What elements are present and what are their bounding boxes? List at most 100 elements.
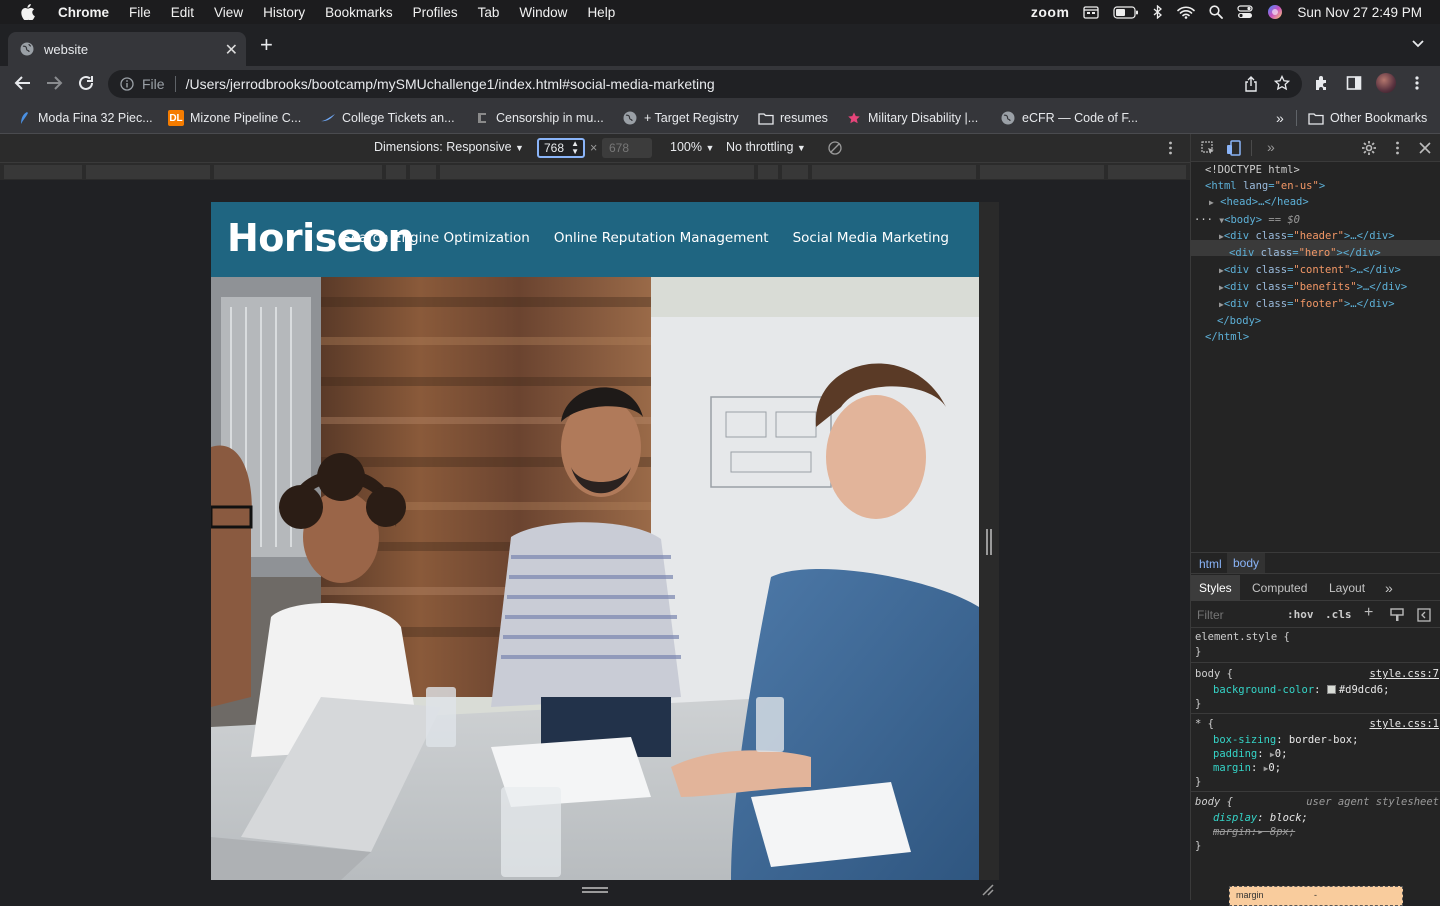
- ua-body-rule-selector[interactable]: body {: [1195, 795, 1233, 809]
- url-text[interactable]: /Users/jerrodbrooks/bootcamp/mySMUchalle…: [186, 76, 715, 92]
- apple-icon[interactable]: [18, 4, 36, 20]
- back-arrow-icon[interactable]: [14, 74, 32, 92]
- media-query-segment[interactable]: [782, 165, 808, 179]
- forward-arrow-icon[interactable]: [45, 74, 63, 92]
- dom-div-node[interactable]: ▶<div class="footer">…</div>: [1219, 296, 1395, 312]
- bookmarks-overflow-button[interactable]: »: [1276, 102, 1284, 134]
- nav-link-social-media[interactable]: Social Media Marketing: [793, 230, 949, 246]
- width-input[interactable]: 768 ▲ ▼: [537, 138, 585, 158]
- body-rule-selector[interactable]: body {: [1195, 667, 1233, 681]
- color-swatch[interactable]: [1326, 685, 1336, 694]
- universal-rule-selector[interactable]: * {: [1195, 717, 1214, 731]
- padding-declaration[interactable]: padding: ▶0;: [1213, 747, 1287, 761]
- expand-triangle-icon[interactable]: ▶: [1209, 198, 1214, 207]
- browser-tab[interactable]: website ✕: [8, 32, 246, 66]
- dimensions-dropdown[interactable]: Dimensions: Responsive ▼: [374, 140, 524, 154]
- menu-file[interactable]: File: [119, 5, 161, 20]
- dom-body-close[interactable]: </body>: [1217, 313, 1261, 329]
- new-tab-button[interactable]: +: [260, 34, 273, 56]
- bookmark-item[interactable]: College Tickets an...: [320, 102, 455, 134]
- hov-toggle[interactable]: :hov: [1287, 608, 1314, 621]
- profile-avatar[interactable]: [1376, 73, 1396, 93]
- settings-gear-icon[interactable]: [1361, 140, 1377, 156]
- wifi-icon[interactable]: [1177, 6, 1196, 19]
- menubar-clock[interactable]: Sun Nov 27 2:49 PM: [1297, 5, 1422, 20]
- media-query-segment[interactable]: [1108, 165, 1186, 179]
- bookmark-item[interactable]: Military Disability |...: [846, 102, 978, 134]
- dom-head-node[interactable]: ▶ <head>…</head>: [1209, 194, 1309, 210]
- style-source-link[interactable]: style.css:1: [1369, 717, 1439, 731]
- media-query-segment[interactable]: [386, 165, 406, 179]
- zoom-dropdown[interactable]: 100% ▼: [670, 140, 714, 154]
- throttling-dropdown[interactable]: No throttling ▼: [726, 140, 806, 154]
- more-tabs-chevron-icon[interactable]: »: [1267, 139, 1275, 155]
- info-icon[interactable]: [120, 77, 134, 91]
- calendar-icon[interactable]: [1083, 5, 1100, 19]
- display-declaration[interactable]: display: block;: [1213, 811, 1308, 825]
- close-devtools-icon[interactable]: [1419, 142, 1431, 154]
- menu-tab[interactable]: Tab: [468, 5, 510, 20]
- menu-help[interactable]: Help: [577, 5, 625, 20]
- bg-color-declaration[interactable]: background-color: #d9dcd6;: [1213, 683, 1389, 697]
- devtools-kebab-icon[interactable]: [1395, 141, 1400, 155]
- resize-corner-icon[interactable]: [982, 884, 994, 896]
- media-query-segment[interactable]: [214, 165, 382, 179]
- resize-handle-bottom[interactable]: [582, 887, 608, 893]
- close-tab-icon[interactable]: ✕: [225, 40, 238, 60]
- height-input[interactable]: 678: [602, 138, 652, 158]
- chevron-down-icon[interactable]: [1412, 40, 1424, 48]
- breadcrumb-body[interactable]: body: [1227, 553, 1266, 573]
- style-source-link[interactable]: style.css:7: [1369, 667, 1439, 681]
- box-model-diagram[interactable]: margin -: [1229, 886, 1403, 906]
- media-query-segment[interactable]: [758, 165, 778, 179]
- new-style-rule-icon[interactable]: +: [1364, 604, 1373, 622]
- menu-view[interactable]: View: [204, 5, 253, 20]
- extensions-puzzle-icon[interactable]: [1314, 75, 1330, 91]
- menu-window[interactable]: Window: [509, 5, 577, 20]
- side-panel-icon[interactable]: [1346, 75, 1362, 91]
- breadcrumb-html[interactable]: html: [1199, 557, 1222, 571]
- stepper-icon[interactable]: ▲ ▼: [571, 140, 579, 156]
- nav-link-seo[interactable]: Search Engine Optimization: [342, 230, 530, 246]
- media-query-segment[interactable]: [86, 165, 210, 179]
- margin-declaration[interactable]: margin: ▶0;: [1213, 761, 1281, 775]
- menu-history[interactable]: History: [253, 5, 315, 20]
- control-center-icon[interactable]: [1237, 5, 1254, 19]
- dom-div-node[interactable]: <div class="hero"></div>: [1229, 245, 1381, 261]
- rotate-icon[interactable]: [828, 141, 842, 155]
- tab-computed[interactable]: Computed: [1244, 575, 1315, 601]
- box-sizing-declaration[interactable]: box-sizing: border-box;: [1213, 733, 1358, 747]
- kebab-menu-icon[interactable]: [1414, 75, 1420, 91]
- nav-link-reputation[interactable]: Online Reputation Management: [554, 230, 769, 246]
- zoom-app-label[interactable]: zoom: [1031, 4, 1070, 20]
- menu-edit[interactable]: Edit: [161, 5, 204, 20]
- share-icon[interactable]: [1244, 76, 1258, 92]
- bookmark-item[interactable]: Moda Fina 32 Piec...: [16, 102, 153, 134]
- bookmark-item[interactable]: DL Mizone Pipeline C...: [168, 102, 301, 134]
- address-bar[interactable]: File /Users/jerrodbrooks/bootcamp/mySMUc…: [108, 70, 1302, 98]
- battery-icon[interactable]: [1113, 5, 1139, 19]
- siri-icon[interactable]: [1267, 4, 1283, 20]
- media-query-segment[interactable]: [4, 165, 82, 179]
- spotlight-search-icon[interactable]: [1209, 5, 1224, 19]
- more-panes-chevron-icon[interactable]: »: [1377, 575, 1401, 601]
- styles-filter-input[interactable]: [1195, 605, 1277, 625]
- tab-styles[interactable]: Styles: [1191, 575, 1240, 601]
- overridden-margin-declaration[interactable]: margin:▸ 8px;: [1213, 825, 1295, 839]
- bookmark-item[interactable]: + Target Registry: [622, 102, 739, 134]
- dom-div-node[interactable]: ▶<div class="header">…</div>: [1219, 228, 1395, 244]
- bookmark-folder[interactable]: resumes: [758, 102, 828, 134]
- device-toggle-icon[interactable]: [1226, 140, 1242, 156]
- dom-html-node[interactable]: <html lang="en-us">: [1205, 178, 1325, 194]
- reload-icon[interactable]: [77, 74, 95, 92]
- toggle-sidebar-icon[interactable]: [1417, 608, 1431, 622]
- bookmark-item[interactable]: Censorship in mu...: [474, 102, 604, 134]
- dom-div-node[interactable]: ▶<div class="content">…</div>: [1219, 262, 1401, 278]
- dom-doctype[interactable]: <!DOCTYPE html>: [1205, 162, 1300, 178]
- bookmark-item[interactable]: eCFR — Code of F...: [1000, 102, 1138, 134]
- resize-handle-right[interactable]: [986, 529, 992, 555]
- bluetooth-icon[interactable]: [1153, 5, 1163, 19]
- bookmark-star-icon[interactable]: [1274, 75, 1290, 91]
- dom-body-node[interactable]: ··· ▼<body> == $0: [1194, 212, 1300, 228]
- element-style-rule[interactable]: element.style {: [1195, 630, 1290, 644]
